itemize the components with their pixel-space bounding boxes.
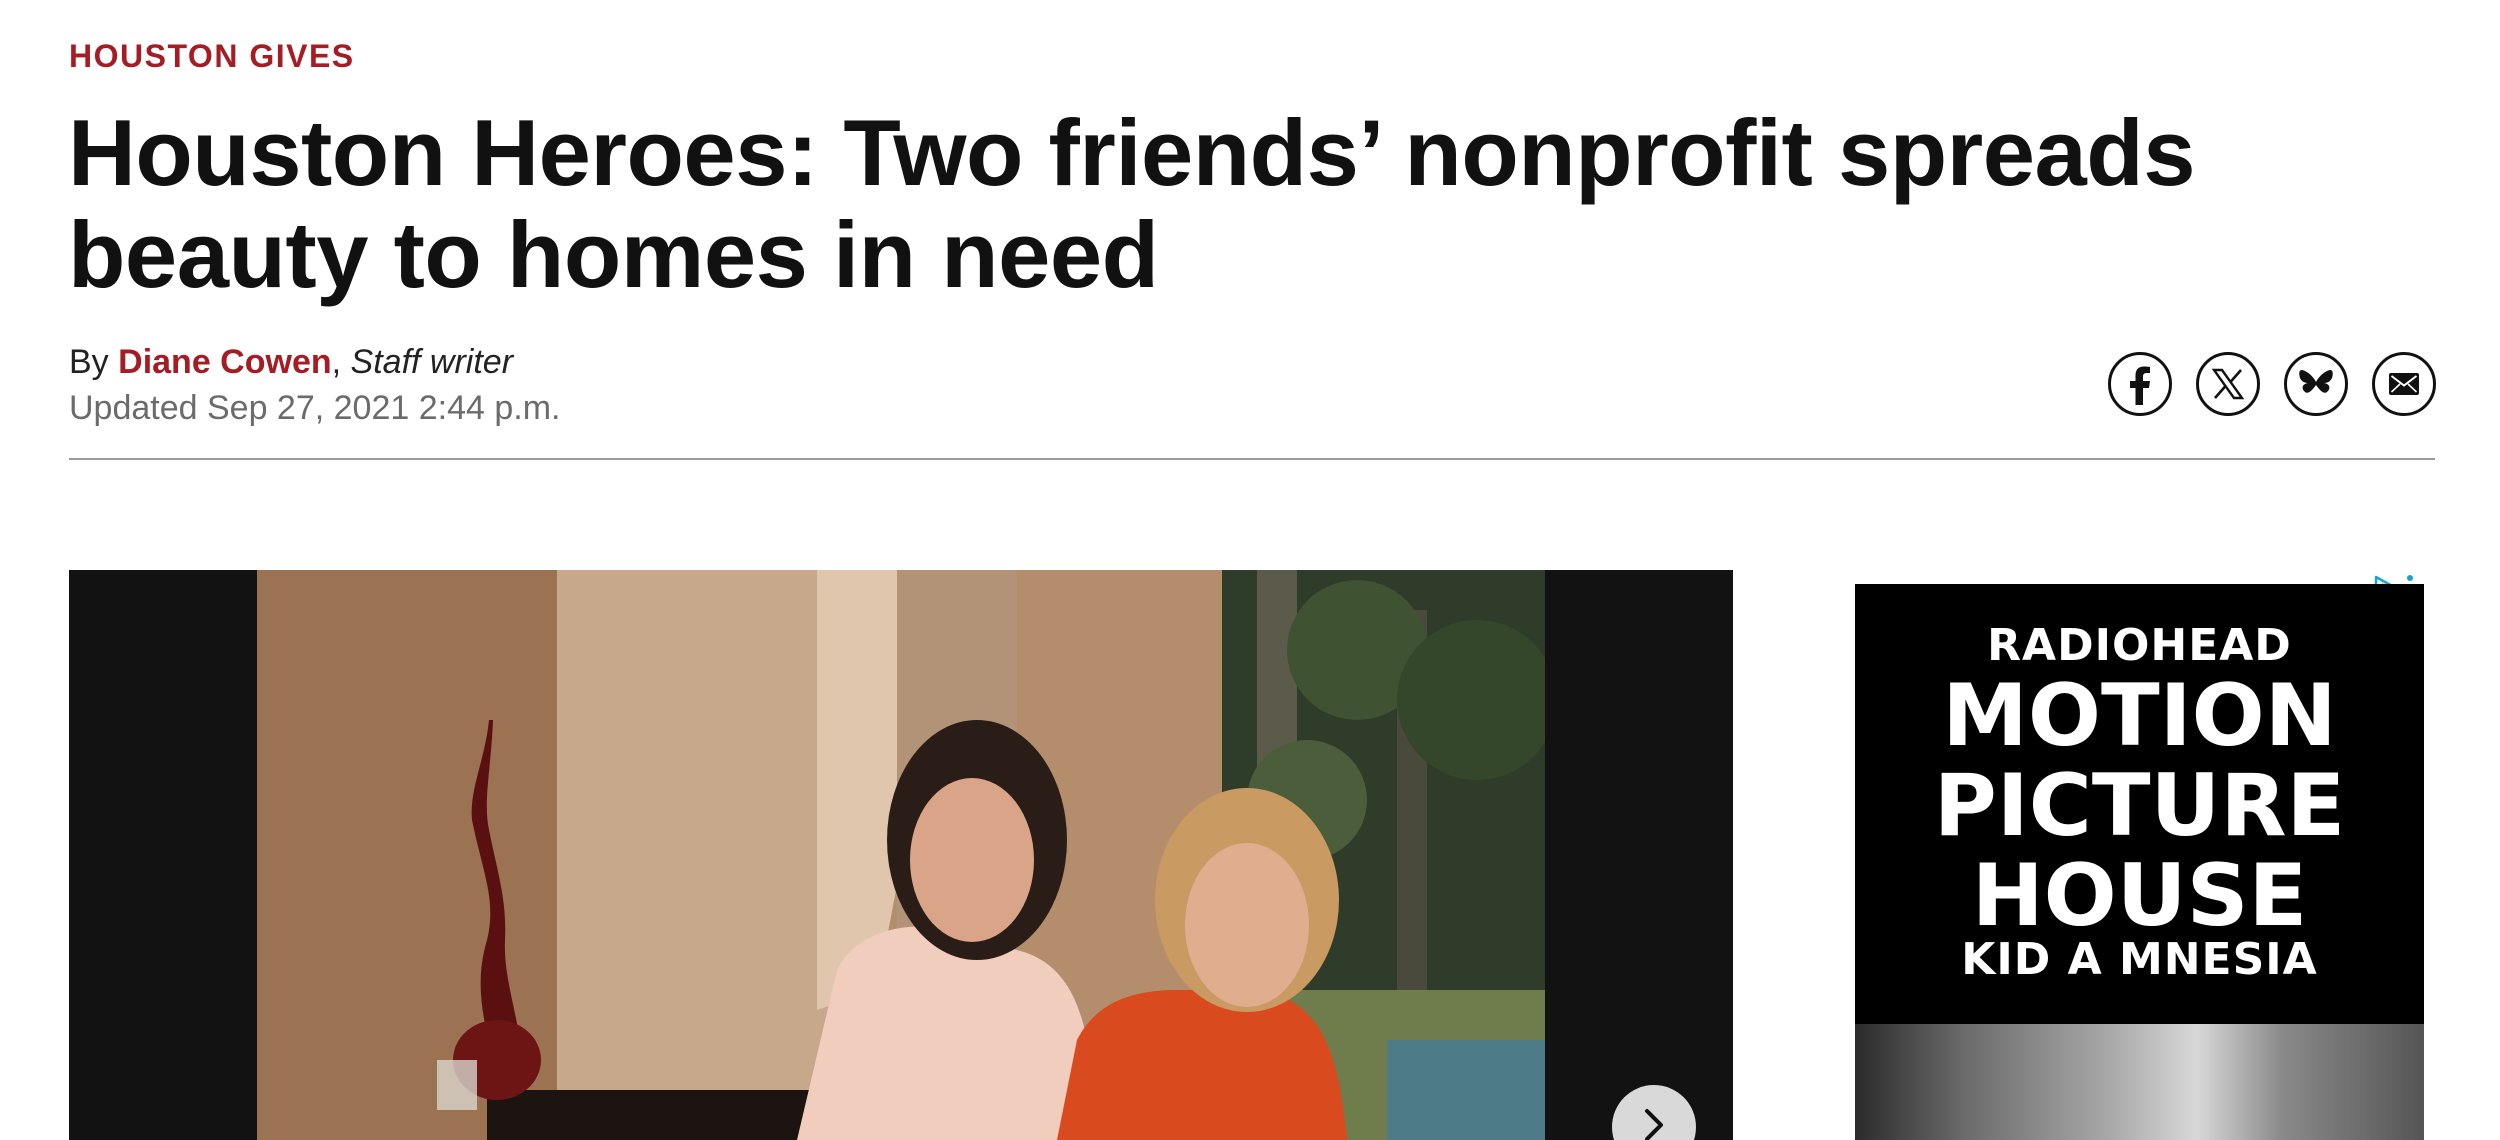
ad-line-5: KID A MNESIA: [1961, 934, 2318, 985]
photo-gallery[interactable]: [69, 570, 1733, 1140]
bluesky-icon: [2298, 368, 2334, 400]
display-ad[interactable]: RADIOHEAD MOTION PICTURE HOUSE KID A MNE…: [1855, 584, 2424, 1140]
share-facebook-button[interactable]: [2108, 352, 2172, 416]
email-icon: [2389, 373, 2419, 395]
share-bar: [2108, 352, 2436, 416]
author-link[interactable]: Diane Cowen: [118, 343, 331, 381]
ad-line-1: RADIOHEAD: [1987, 620, 2292, 671]
ad-line-4: HOUSE: [1971, 846, 2308, 946]
photo-illustration: [257, 570, 1545, 1140]
ad-image: [1855, 1024, 2424, 1140]
share-bluesky-button[interactable]: [2284, 352, 2348, 416]
ad-line-2: MOTION: [1942, 666, 2337, 766]
author-separator: ,: [331, 343, 342, 381]
author-role: Staff writer: [350, 343, 514, 381]
share-email-button[interactable]: [2372, 352, 2436, 416]
x-icon: [2211, 367, 2245, 401]
updated-timestamp: Updated Sep 27, 2021 2:44 p.m.: [69, 389, 561, 427]
section-kicker[interactable]: HOUSTON GIVES: [69, 38, 355, 75]
facebook-icon: [2111, 355, 2169, 413]
ad-line-3: PICTURE: [1933, 756, 2346, 856]
chevron-right-icon: [1639, 1105, 1669, 1140]
next-photo-button[interactable]: [1612, 1085, 1696, 1140]
share-x-button[interactable]: [2196, 352, 2260, 416]
header-divider: [69, 458, 2435, 460]
byline-prefix: By: [69, 343, 109, 381]
article-headline: Houston Heroes: Two friends’ nonprofit s…: [68, 100, 2195, 307]
lead-photo: [257, 570, 1545, 1140]
byline: By Diane Cowen, Staff writer: [69, 340, 513, 384]
